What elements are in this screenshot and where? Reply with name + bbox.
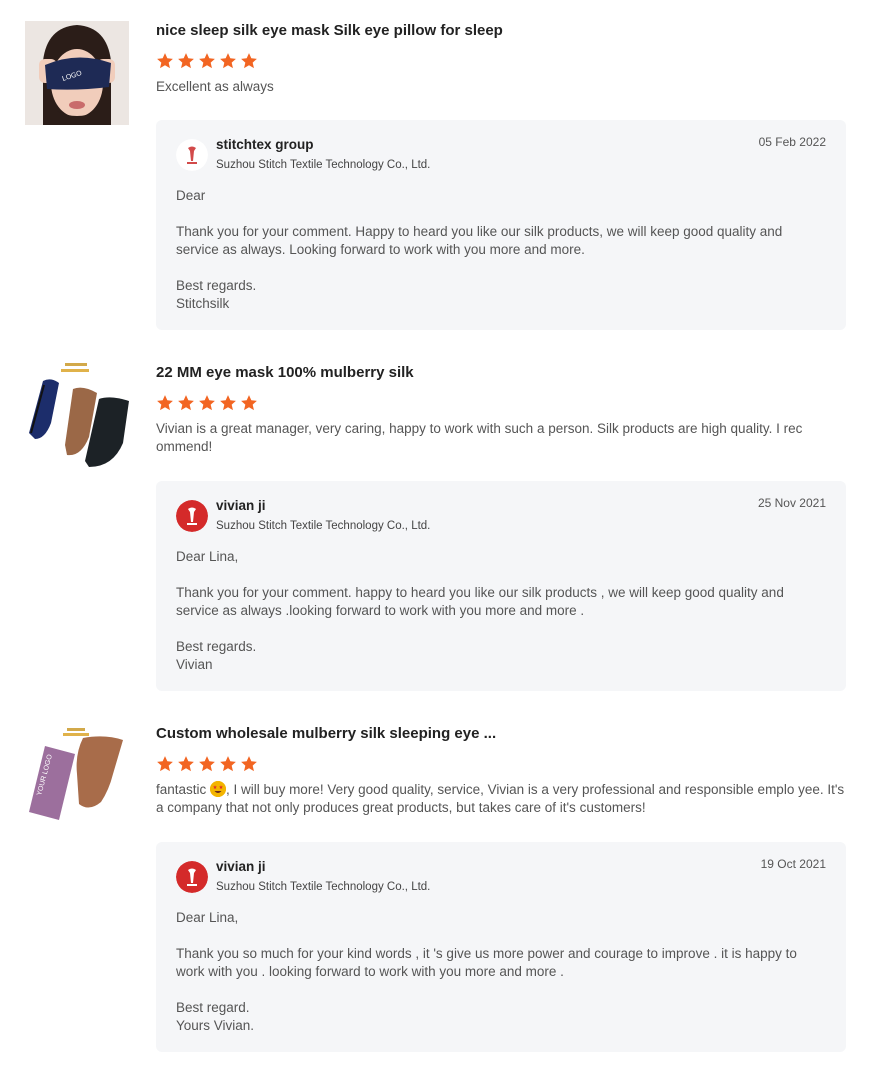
star-struck-emoji-icon: [210, 781, 227, 797]
star-icon: [177, 52, 195, 70]
supplier-name: vivian ji: [216, 498, 266, 513]
reply-message: Thank you so much for your kind words , …: [176, 946, 797, 979]
reply-date: 25 Nov 2021: [757, 496, 826, 510]
reply-date: 19 Oct 2021: [760, 857, 826, 871]
supplier-reply: vivian ji Suzhou Stitch Textile Technolo…: [156, 842, 846, 1052]
star-rating: [156, 394, 846, 412]
supplier-name: stitchtex group: [216, 137, 314, 152]
supplier-avatar: [176, 500, 208, 532]
reply-closing: Best regard.: [176, 1000, 250, 1015]
star-icon: [240, 52, 258, 70]
supplier-company: Suzhou Stitch Textile Technology Co., Lt…: [216, 881, 431, 893]
reply-greeting: Dear Lina,: [176, 549, 239, 564]
review-comment: Excellent as always: [156, 79, 274, 94]
star-rating: [156, 52, 846, 70]
star-icon: [156, 394, 174, 412]
star-icon: [240, 755, 258, 773]
supplier-reply: vivian ji Suzhou Stitch Textile Technolo…: [156, 481, 846, 691]
star-icon: [156, 755, 174, 773]
product-thumbnail-sleep-mask[interactable]: LOGO: [25, 21, 129, 125]
reply-message: Thank you for your comment. Happy to hea…: [176, 224, 783, 257]
reply-closing: Best regards.: [176, 278, 257, 293]
star-icon: [198, 755, 216, 773]
supplier-avatar: [176, 861, 208, 893]
supplier-reply: stitchtex group Suzhou Stitch Textile Te…: [156, 120, 846, 330]
comment-text-start: fantastic: [156, 782, 207, 797]
star-icon: [177, 394, 195, 412]
supplier-avatar: [176, 139, 208, 171]
review-comment: fantastic , I will buy more! Very good q…: [156, 781, 846, 817]
reply-signature: Yours Vivian.: [176, 1018, 255, 1033]
supplier-company: Suzhou Stitch Textile Technology Co., Lt…: [216, 159, 431, 171]
star-rating: [156, 755, 846, 773]
supplier-company: Suzhou Stitch Textile Technology Co., Lt…: [216, 520, 431, 532]
supplier-name: vivian ji: [216, 859, 266, 874]
reply-greeting: Dear Lina,: [176, 910, 239, 925]
star-icon: [198, 394, 216, 412]
reply-signature: Stitchsilk: [176, 296, 230, 311]
product-title-link[interactable]: 22 MM eye mask 100% mulberry silk: [156, 363, 846, 383]
reply-greeting: Dear: [176, 188, 206, 203]
star-icon: [198, 52, 216, 70]
comment-text-end: , I will buy more! Very good quality, se…: [156, 782, 845, 815]
star-icon: [219, 394, 237, 412]
star-icon: [156, 52, 174, 70]
product-title-link[interactable]: nice sleep silk eye mask Silk eye pillow…: [156, 21, 846, 41]
reply-closing: Best regards.: [176, 639, 257, 654]
star-icon: [240, 394, 258, 412]
reply-date: 05 Feb 2022: [758, 135, 826, 149]
star-icon: [219, 52, 237, 70]
product-thumbnail-three-masks[interactable]: [25, 363, 129, 467]
review-comment: Vivian is a great manager, very caring, …: [156, 421, 803, 454]
reply-message: Thank you for your comment. happy to hea…: [176, 585, 784, 618]
product-thumbnail-mask-with-box[interactable]: YOUR LOGO: [25, 724, 129, 828]
reply-signature: Vivian: [176, 657, 213, 672]
star-icon: [219, 755, 237, 773]
product-title-link[interactable]: Custom wholesale mulberry silk sleeping …: [156, 724, 846, 744]
star-icon: [177, 755, 195, 773]
